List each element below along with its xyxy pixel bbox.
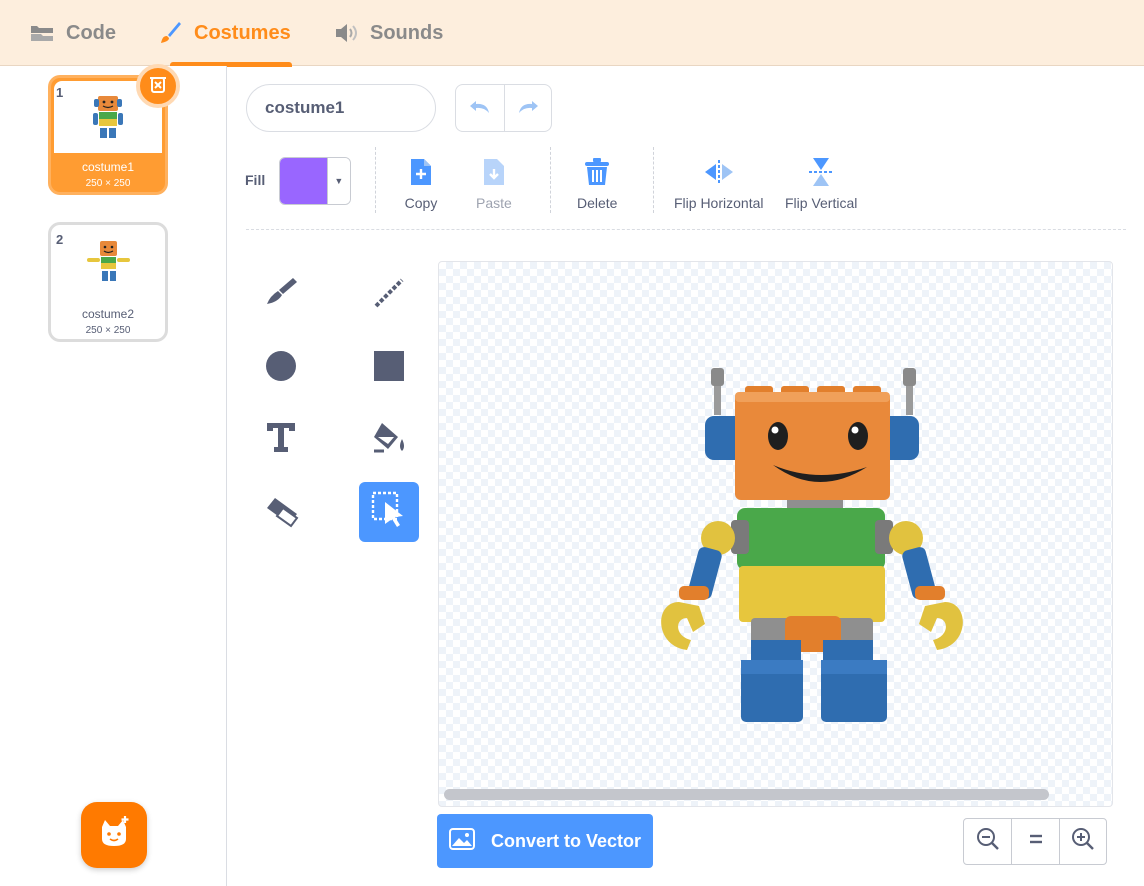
select-icon: [371, 491, 407, 534]
paste-button[interactable]: Paste: [476, 155, 512, 211]
paintbrush-icon: [156, 19, 184, 47]
zoom-out-button[interactable]: [964, 819, 1011, 864]
horizontal-scrollbar[interactable]: [444, 789, 1049, 800]
zoom-reset-button[interactable]: [1011, 819, 1058, 864]
trash-x-icon: [147, 73, 169, 100]
costume-card-2[interactable]: 2 costume2 250 × 250: [48, 222, 168, 342]
costume2-thumbnail: [87, 241, 130, 281]
speaker-icon: [332, 19, 360, 47]
tab-sounds-label: Sounds: [370, 21, 444, 44]
zoom-in-button[interactable]: [1058, 819, 1106, 864]
choose-costume-button[interactable]: [81, 802, 147, 868]
redo-icon: [516, 98, 540, 121]
flip-horizontal-icon: [702, 155, 736, 189]
text-tool[interactable]: [251, 409, 311, 469]
redo-button[interactable]: [503, 85, 552, 131]
equals-icon: [1027, 832, 1045, 851]
delete-label: Delete: [577, 195, 618, 211]
tab-sounds[interactable]: Sounds: [332, 0, 443, 66]
fill-label: Fill: [245, 172, 266, 188]
undo-redo-group: [455, 84, 552, 132]
toolbar-separator: [246, 229, 1126, 230]
costume-name: costume2: [81, 307, 135, 321]
paint-canvas[interactable]: [438, 261, 1113, 807]
fill-bucket-icon: [370, 419, 408, 460]
circle-tool[interactable]: [251, 338, 311, 398]
convert-to-vector-label: Convert to Vector: [490, 830, 642, 851]
costume-number: 1: [56, 85, 64, 100]
zoom-controls: [963, 818, 1107, 865]
dropdown-arrow-icon: ▼: [326, 158, 350, 204]
tab-costumes[interactable]: Costumes: [156, 0, 291, 66]
tab-bar: Code Costumes Sounds: [0, 0, 1144, 67]
flip-vertical-button[interactable]: Flip Vertical: [785, 155, 857, 211]
eraser-tool[interactable]: [251, 484, 311, 544]
costume-name-input[interactable]: [246, 84, 436, 132]
robot-sprite: [661, 368, 963, 722]
flip-horizontal-button[interactable]: Flip Horizontal: [674, 155, 763, 211]
code-blocks-icon: [28, 19, 56, 47]
paste-label: Paste: [476, 195, 512, 211]
tab-costumes-label: Costumes: [194, 21, 291, 44]
delete-button[interactable]: Delete: [577, 155, 617, 211]
undo-icon: [468, 98, 492, 121]
zoom-out-icon: [976, 827, 1000, 856]
undo-button[interactable]: [456, 85, 504, 131]
flip-vertical-label: Flip Vertical: [785, 195, 858, 211]
text-icon: [265, 421, 297, 458]
flip-vertical-icon: [804, 155, 838, 189]
tab-code[interactable]: Code: [28, 0, 116, 66]
fill-color-swatch: [280, 158, 327, 204]
costume-size: 250 × 250: [85, 178, 131, 189]
line-tool[interactable]: [359, 265, 419, 325]
line-icon: [372, 276, 406, 315]
fill-color-picker[interactable]: ▼: [279, 157, 351, 205]
costume-editor-app: Code Costumes Sounds 1 costume1 250 × 25…: [0, 0, 1144, 886]
convert-to-vector-button[interactable]: Convert to Vector: [437, 814, 653, 868]
cat-plus-icon: [96, 815, 132, 856]
copy-icon: [404, 155, 438, 189]
zoom-in-icon: [1071, 827, 1095, 856]
select-tool[interactable]: [359, 482, 419, 542]
tab-code-label: Code: [66, 21, 116, 44]
trash-icon: [580, 155, 614, 189]
rectangle-tool[interactable]: [359, 338, 419, 398]
costume-number: 2: [56, 232, 64, 247]
fill-tool[interactable]: [359, 409, 419, 469]
rectangle-icon: [373, 350, 405, 387]
flip-horizontal-label: Flip Horizontal: [674, 195, 764, 211]
brush-tool[interactable]: [251, 265, 311, 325]
toolbar-divider: [550, 147, 551, 213]
circle-icon: [265, 350, 297, 387]
costume-name: costume1: [81, 160, 135, 174]
copy-label: Copy: [404, 195, 438, 211]
paste-icon: [477, 155, 511, 189]
copy-button[interactable]: Copy: [404, 155, 438, 211]
costume-size: 250 × 250: [85, 325, 131, 336]
toolbar-divider: [375, 147, 376, 213]
costume1-thumbnail: [93, 96, 123, 138]
eraser-icon: [261, 496, 301, 533]
delete-costume-button[interactable]: [136, 64, 180, 108]
brush-icon: [263, 276, 299, 315]
toolbar-divider: [653, 147, 654, 213]
image-icon: [448, 827, 475, 855]
